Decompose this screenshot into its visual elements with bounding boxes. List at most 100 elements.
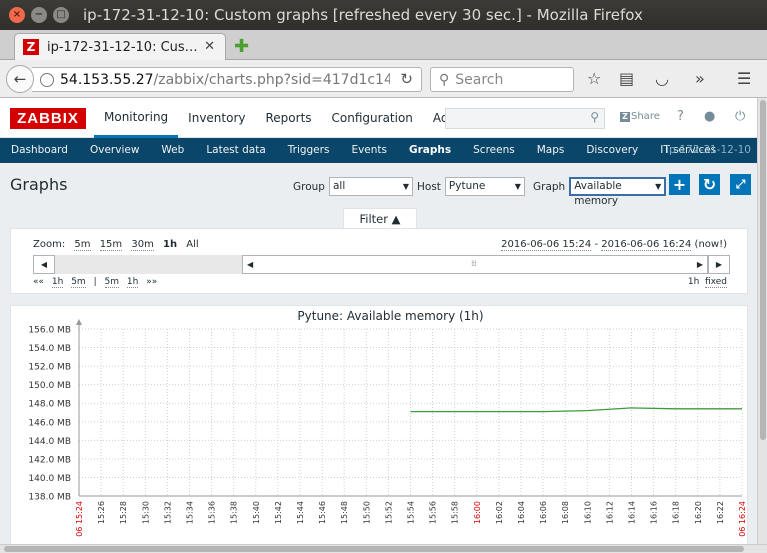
bookmark-star-icon[interactable]: ☆ (587, 69, 601, 88)
series-line (410, 407, 742, 413)
menu-inventory[interactable]: Inventory (178, 98, 255, 138)
x-tick-label: 15:38 (230, 501, 239, 524)
add-to-favourites-button[interactable]: + (669, 174, 690, 195)
x-tick-label: 15:34 (186, 501, 195, 524)
window-right-handle-icon[interactable]: ▶ (697, 260, 703, 269)
zoom-5m-link[interactable]: 5m (74, 239, 91, 251)
fullscreen-button[interactable]: ⤢ (730, 174, 751, 195)
chevron-down-icon: ▼ (402, 182, 409, 191)
x-tick-label: 16:02 (495, 501, 504, 524)
submenu-web[interactable]: Web (150, 138, 195, 163)
x-tick-label: 15:36 (208, 501, 217, 524)
y-tick-label: 148.0 MB (28, 400, 71, 410)
zoom-all-link[interactable]: All (186, 239, 198, 250)
submenu-dashboard[interactable]: Dashboard (0, 138, 79, 163)
range-from[interactable]: 2016-06-06 15:24 (501, 239, 592, 251)
group-select[interactable]: all ▼ (328, 177, 413, 196)
url-bar[interactable]: 54.153.55.27/zabbix/charts.php?sid=417d1… (32, 67, 422, 92)
logout-power-icon[interactable]: ⏻ (735, 109, 745, 124)
y-tick-label: 152.0 MB (28, 363, 71, 373)
nav-first[interactable]: «« (33, 277, 44, 287)
x-tick-label: 16:16 (650, 501, 659, 524)
window-close-button[interactable]: × (9, 7, 25, 23)
nav-back-1h[interactable]: 1h (51, 277, 64, 288)
scroll-left-button[interactable]: ◀ (33, 255, 55, 274)
menu-monitoring[interactable]: Monitoring (94, 98, 179, 138)
host-select[interactable]: Pytune ▼ (444, 177, 525, 196)
y-tick-label: 138.0 MB (28, 493, 71, 503)
submenu-maps[interactable]: Maps (526, 138, 576, 163)
zoom-1h-current[interactable]: 1h (163, 239, 177, 250)
submenu-latest-data[interactable]: Latest data (195, 138, 276, 163)
nav-fwd-1h[interactable]: 1h (126, 277, 139, 288)
window-maximize-button[interactable]: □ (53, 7, 69, 23)
share-button[interactable]: Z Share (620, 111, 660, 122)
range-to[interactable]: 2016-06-06 16:24 (601, 239, 692, 251)
horizontal-scroll-thumb[interactable] (4, 546, 744, 552)
x-tick-label: 15:48 (340, 501, 349, 524)
period-length: 1h (687, 277, 700, 287)
overflow-chevron-icon[interactable]: » (695, 69, 705, 88)
submenu-overview[interactable]: Overview (79, 138, 150, 163)
nav-last[interactable]: »» (146, 277, 157, 287)
browser-tab[interactable]: Z ip-172-31-12-10: Cus… ✕ (14, 33, 226, 60)
submenu-graphs[interactable]: Graphs (398, 138, 462, 163)
back-arrow-icon[interactable]: ← (6, 65, 34, 93)
timeline-window[interactable]: ◀ ⁞⁞⁞ ▶ (242, 255, 708, 274)
window-minimize-button[interactable]: − (31, 7, 47, 23)
graph-select[interactable]: Available memory ▼ (569, 177, 667, 207)
zabbix-logo[interactable]: ZABBIX (10, 108, 86, 129)
vertical-scrollbar[interactable] (757, 98, 767, 544)
submenu-triggers[interactable]: Triggers (277, 138, 341, 163)
url-text[interactable]: 54.153.55.27/zabbix/charts.php?sid=417d1… (60, 72, 390, 88)
x-tick-label: 15:56 (429, 501, 438, 524)
vertical-scroll-thumb[interactable] (760, 100, 766, 440)
hamburger-menu-icon[interactable]: ☰ (737, 69, 751, 88)
zabbix-search-icon[interactable]: ⚲ (590, 110, 599, 124)
sub-menu: Dashboard Overview Web Latest data Trigg… (0, 138, 757, 163)
pocket-icon[interactable]: ◡ (655, 69, 669, 88)
x-tick-label: 16:04 (517, 501, 526, 524)
zabbix-page: ZABBIX Monitoring Inventory Reports Conf… (0, 98, 757, 544)
zoom-15m-link[interactable]: 15m (99, 239, 123, 251)
x-tick-label: 15:32 (163, 501, 172, 524)
submenu-screens[interactable]: Screens (462, 138, 526, 163)
x-tick-label: 16:18 (672, 501, 681, 524)
x-tick-label: 16:22 (716, 501, 725, 524)
x-tick-label: 15:54 (407, 501, 416, 524)
y-tick-label: 154.0 MB (28, 344, 71, 354)
submenu-discovery[interactable]: Discovery (575, 138, 649, 163)
menu-reports[interactable]: Reports (256, 98, 322, 138)
tab-title: ip-172-31-12-10: Cus… (47, 39, 197, 55)
nav-fwd-5m[interactable]: 5m (104, 277, 119, 288)
filter-toggle-tab[interactable]: Filter ▲ (343, 208, 417, 228)
help-icon[interactable]: ? (677, 109, 684, 124)
browser-search-input[interactable]: ⚲ Search (430, 67, 574, 92)
tab-close-icon[interactable]: ✕ (204, 39, 215, 54)
reload-icon[interactable]: ↻ (400, 70, 413, 88)
new-tab-plus-icon[interactable]: ✚ (234, 36, 249, 57)
x-tick-label: 06 15:24 (75, 501, 84, 537)
scroll-right-button[interactable]: ▶ (708, 255, 730, 274)
refresh-button[interactable]: ↻ (699, 174, 720, 195)
x-tick-label: 15:46 (318, 501, 327, 524)
reading-list-icon[interactable]: ▤ (619, 69, 634, 88)
x-tick-label: 16:12 (605, 501, 614, 524)
window-left-handle-icon[interactable]: ◀ (247, 260, 253, 269)
available-memory-chart: Pytune: Available memory (1h) 138.0 MB 140… (28, 309, 747, 537)
x-tick-label: 15:44 (296, 501, 305, 524)
search-placeholder: Search (455, 71, 504, 88)
menu-configuration[interactable]: Configuration (322, 98, 423, 138)
x-tick-label: 15:40 (252, 501, 261, 524)
zoom-30m-link[interactable]: 30m (131, 239, 154, 251)
submenu-events[interactable]: Events (340, 138, 398, 163)
host-field: Host Pytune ▼ (417, 177, 525, 196)
y-tick-label: 140.0 MB (28, 474, 71, 484)
fixed-toggle[interactable]: fixed (705, 277, 727, 288)
zabbix-search-input[interactable]: ⚲ (445, 108, 605, 129)
user-profile-icon[interactable]: ● (704, 109, 715, 124)
nav-back-5m[interactable]: 5m (71, 277, 86, 288)
host-label: Host (417, 180, 441, 193)
browser-navbar: 54.153.55.27/zabbix/charts.php?sid=417d1… (0, 60, 767, 98)
horizontal-scrollbar[interactable] (0, 544, 767, 553)
